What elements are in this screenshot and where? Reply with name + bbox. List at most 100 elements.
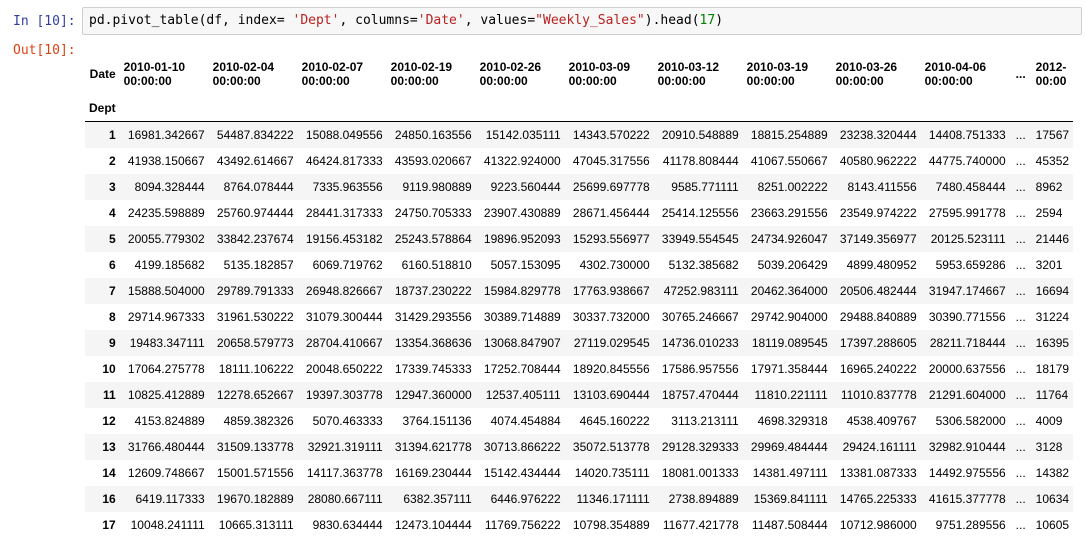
table-cell: 17763.938667 xyxy=(572,283,650,298)
table-cell-truncated: 10634 xyxy=(1035,491,1070,506)
column-header-date: 2010-01-10 xyxy=(123,60,186,74)
row-index-dept: 2 xyxy=(108,153,116,168)
table-cell: 4698.329318 xyxy=(757,413,828,428)
column-header-date: 2010-02-07 xyxy=(301,60,364,74)
table-cell: 5057.153095 xyxy=(490,257,561,272)
table-cell: 3113.213111 xyxy=(671,413,739,428)
row-index-dept: 10 xyxy=(102,361,116,376)
row-ellipsis: ... xyxy=(1015,205,1026,220)
column-header: 2010-03-26 00:00:00 xyxy=(832,54,921,94)
table-cell: 13381.087333 xyxy=(839,465,917,480)
table-cell: 5039.206429 xyxy=(757,257,828,272)
table-cell: 27595.991778 xyxy=(928,205,1006,220)
row-index-dept: 4 xyxy=(108,205,116,220)
index-name-label: Dept xyxy=(85,94,120,122)
row-index-dept: 11 xyxy=(102,387,116,402)
table-cell: 14765.225333 xyxy=(839,491,917,506)
table-cell-truncated: 14382 xyxy=(1035,465,1070,480)
table-cell: 14343.570222 xyxy=(572,127,650,142)
table-row: 6 4199.185682 5135.182857 6069.719762 6160.5… xyxy=(85,252,1073,278)
table-cell: 25699.697778 xyxy=(572,179,650,194)
table-row: 7 15888.504000 29789.791333 26948.826667 187… xyxy=(85,277,1074,304)
column-header: 2010-02-04 00:00:00 xyxy=(209,54,298,94)
table-cell: 9585.771111 xyxy=(671,179,739,194)
table-cell: 19896.952093 xyxy=(483,231,561,246)
table-cell: 6419.117333 xyxy=(135,491,205,506)
table-cell: 19156.453182 xyxy=(305,231,383,246)
column-header: 2010-02-26 00:00:00 xyxy=(476,54,565,94)
code-token: ).head( xyxy=(644,13,700,28)
table-cell: 15088.049556 xyxy=(305,127,383,142)
table-cell: 6382.357111 xyxy=(403,491,472,506)
table-cell: 29424.161111 xyxy=(842,439,917,454)
index-header-row: Dept xyxy=(85,94,1074,122)
table-cell: 9751.289556 xyxy=(935,517,1006,532)
table-cell: 20055.779302 xyxy=(127,231,205,246)
table-cell: 28671.456444 xyxy=(572,205,650,220)
table-cell: 24235.598889 xyxy=(127,205,205,220)
table-cell: 20910.548889 xyxy=(661,127,739,142)
table-cell: 20125.523111 xyxy=(930,231,1006,246)
table-cell: 20506.482444 xyxy=(839,283,917,298)
row-ellipsis: ... xyxy=(1015,439,1026,454)
table-cell-truncated: 45352 xyxy=(1035,153,1070,168)
table-cell: 16169.230444 xyxy=(394,465,472,480)
table-cell: 41322.924000 xyxy=(483,153,561,168)
table-row: 5 20055.779302 33842.237674 19156.453182 252… xyxy=(85,225,1074,252)
table-cell: 29969.484444 xyxy=(750,439,828,454)
row-ellipsis: ... xyxy=(1015,361,1026,376)
table-cell: 31429.293556 xyxy=(394,309,472,324)
table-cell: 19483.347111 xyxy=(129,335,205,350)
table-cell: 12278.652667 xyxy=(216,387,294,402)
table-cell: 30765.246667 xyxy=(661,309,739,324)
table-cell: 15369.841111 xyxy=(753,491,828,506)
table-cell: 17586.957556 xyxy=(661,361,739,376)
table-row: 4 24235.598889 25760.974444 28441.317333 247… xyxy=(85,200,1073,226)
table-cell-truncated: 21446 xyxy=(1035,231,1070,246)
row-ellipsis: ... xyxy=(1015,153,1026,168)
table-cell: 41615.377778 xyxy=(928,491,1006,506)
table-cell: 20048.650222 xyxy=(305,361,383,376)
table-cell: 31079.300444 xyxy=(305,309,383,324)
table-cell: 14381.497111 xyxy=(752,465,828,480)
code-input-area[interactable]: pd.pivot_table(df, index= 'Dept', column… xyxy=(82,7,1082,35)
code-token: ) xyxy=(715,13,724,28)
table-cell: 4645.160222 xyxy=(579,413,650,428)
table-cell: 17064.275778 xyxy=(127,361,205,376)
row-ellipsis: ... xyxy=(1015,335,1026,350)
table-cell: 31394.621778 xyxy=(394,439,472,454)
table-cell: 4153.824889 xyxy=(134,413,205,428)
table-cell: 4302.730000 xyxy=(579,257,650,272)
table-cell-truncated: 3128 xyxy=(1035,439,1063,454)
table-cell-truncated: 16395 xyxy=(1035,335,1070,350)
table-cell: 15142.434444 xyxy=(483,465,561,480)
table-cell: 13354.368636 xyxy=(394,335,472,350)
column-header-date: 2010-02-19 xyxy=(390,60,453,74)
column-header-date: 2010-02-26 xyxy=(479,60,542,74)
table-cell: 10665.313111 xyxy=(218,517,294,532)
table-cell: 25243.578864 xyxy=(394,231,472,246)
index-header-filler xyxy=(119,94,1074,122)
column-header-date: 2010-03-26 xyxy=(835,60,898,74)
table-cell: 46424.817333 xyxy=(305,153,383,168)
table-cell: 15984.829778 xyxy=(483,283,561,298)
row-ellipsis: ... xyxy=(1015,257,1026,272)
table-cell: 8094.328444 xyxy=(134,179,205,194)
table-cell: 23549.974222 xyxy=(839,205,917,220)
column-header-time: 00:00:00 xyxy=(568,74,617,88)
code-string: "Weekly_Sales" xyxy=(535,13,645,28)
row-index-dept: 1 xyxy=(108,127,116,142)
table-cell: 5306.582000 xyxy=(935,413,1006,428)
table-cell: 41178.808444 xyxy=(662,153,739,168)
row-index-dept: 6 xyxy=(108,257,116,272)
column-header: 2010-02-19 00:00:00 xyxy=(387,54,476,94)
table-cell: 30337.732000 xyxy=(572,309,650,324)
row-index-dept: 13 xyxy=(102,439,116,454)
column-header-date: 2010-03-19 xyxy=(746,60,809,74)
table-cell: 8251.002222 xyxy=(757,179,828,194)
table-cell: 30713.866222 xyxy=(483,439,561,454)
table-cell-truncated: 17567 xyxy=(1035,127,1070,142)
table-cell: 11487.508444 xyxy=(751,517,828,532)
table-cell-truncated: 2594 xyxy=(1035,205,1063,220)
table-cell: 14736.010233 xyxy=(661,335,739,350)
